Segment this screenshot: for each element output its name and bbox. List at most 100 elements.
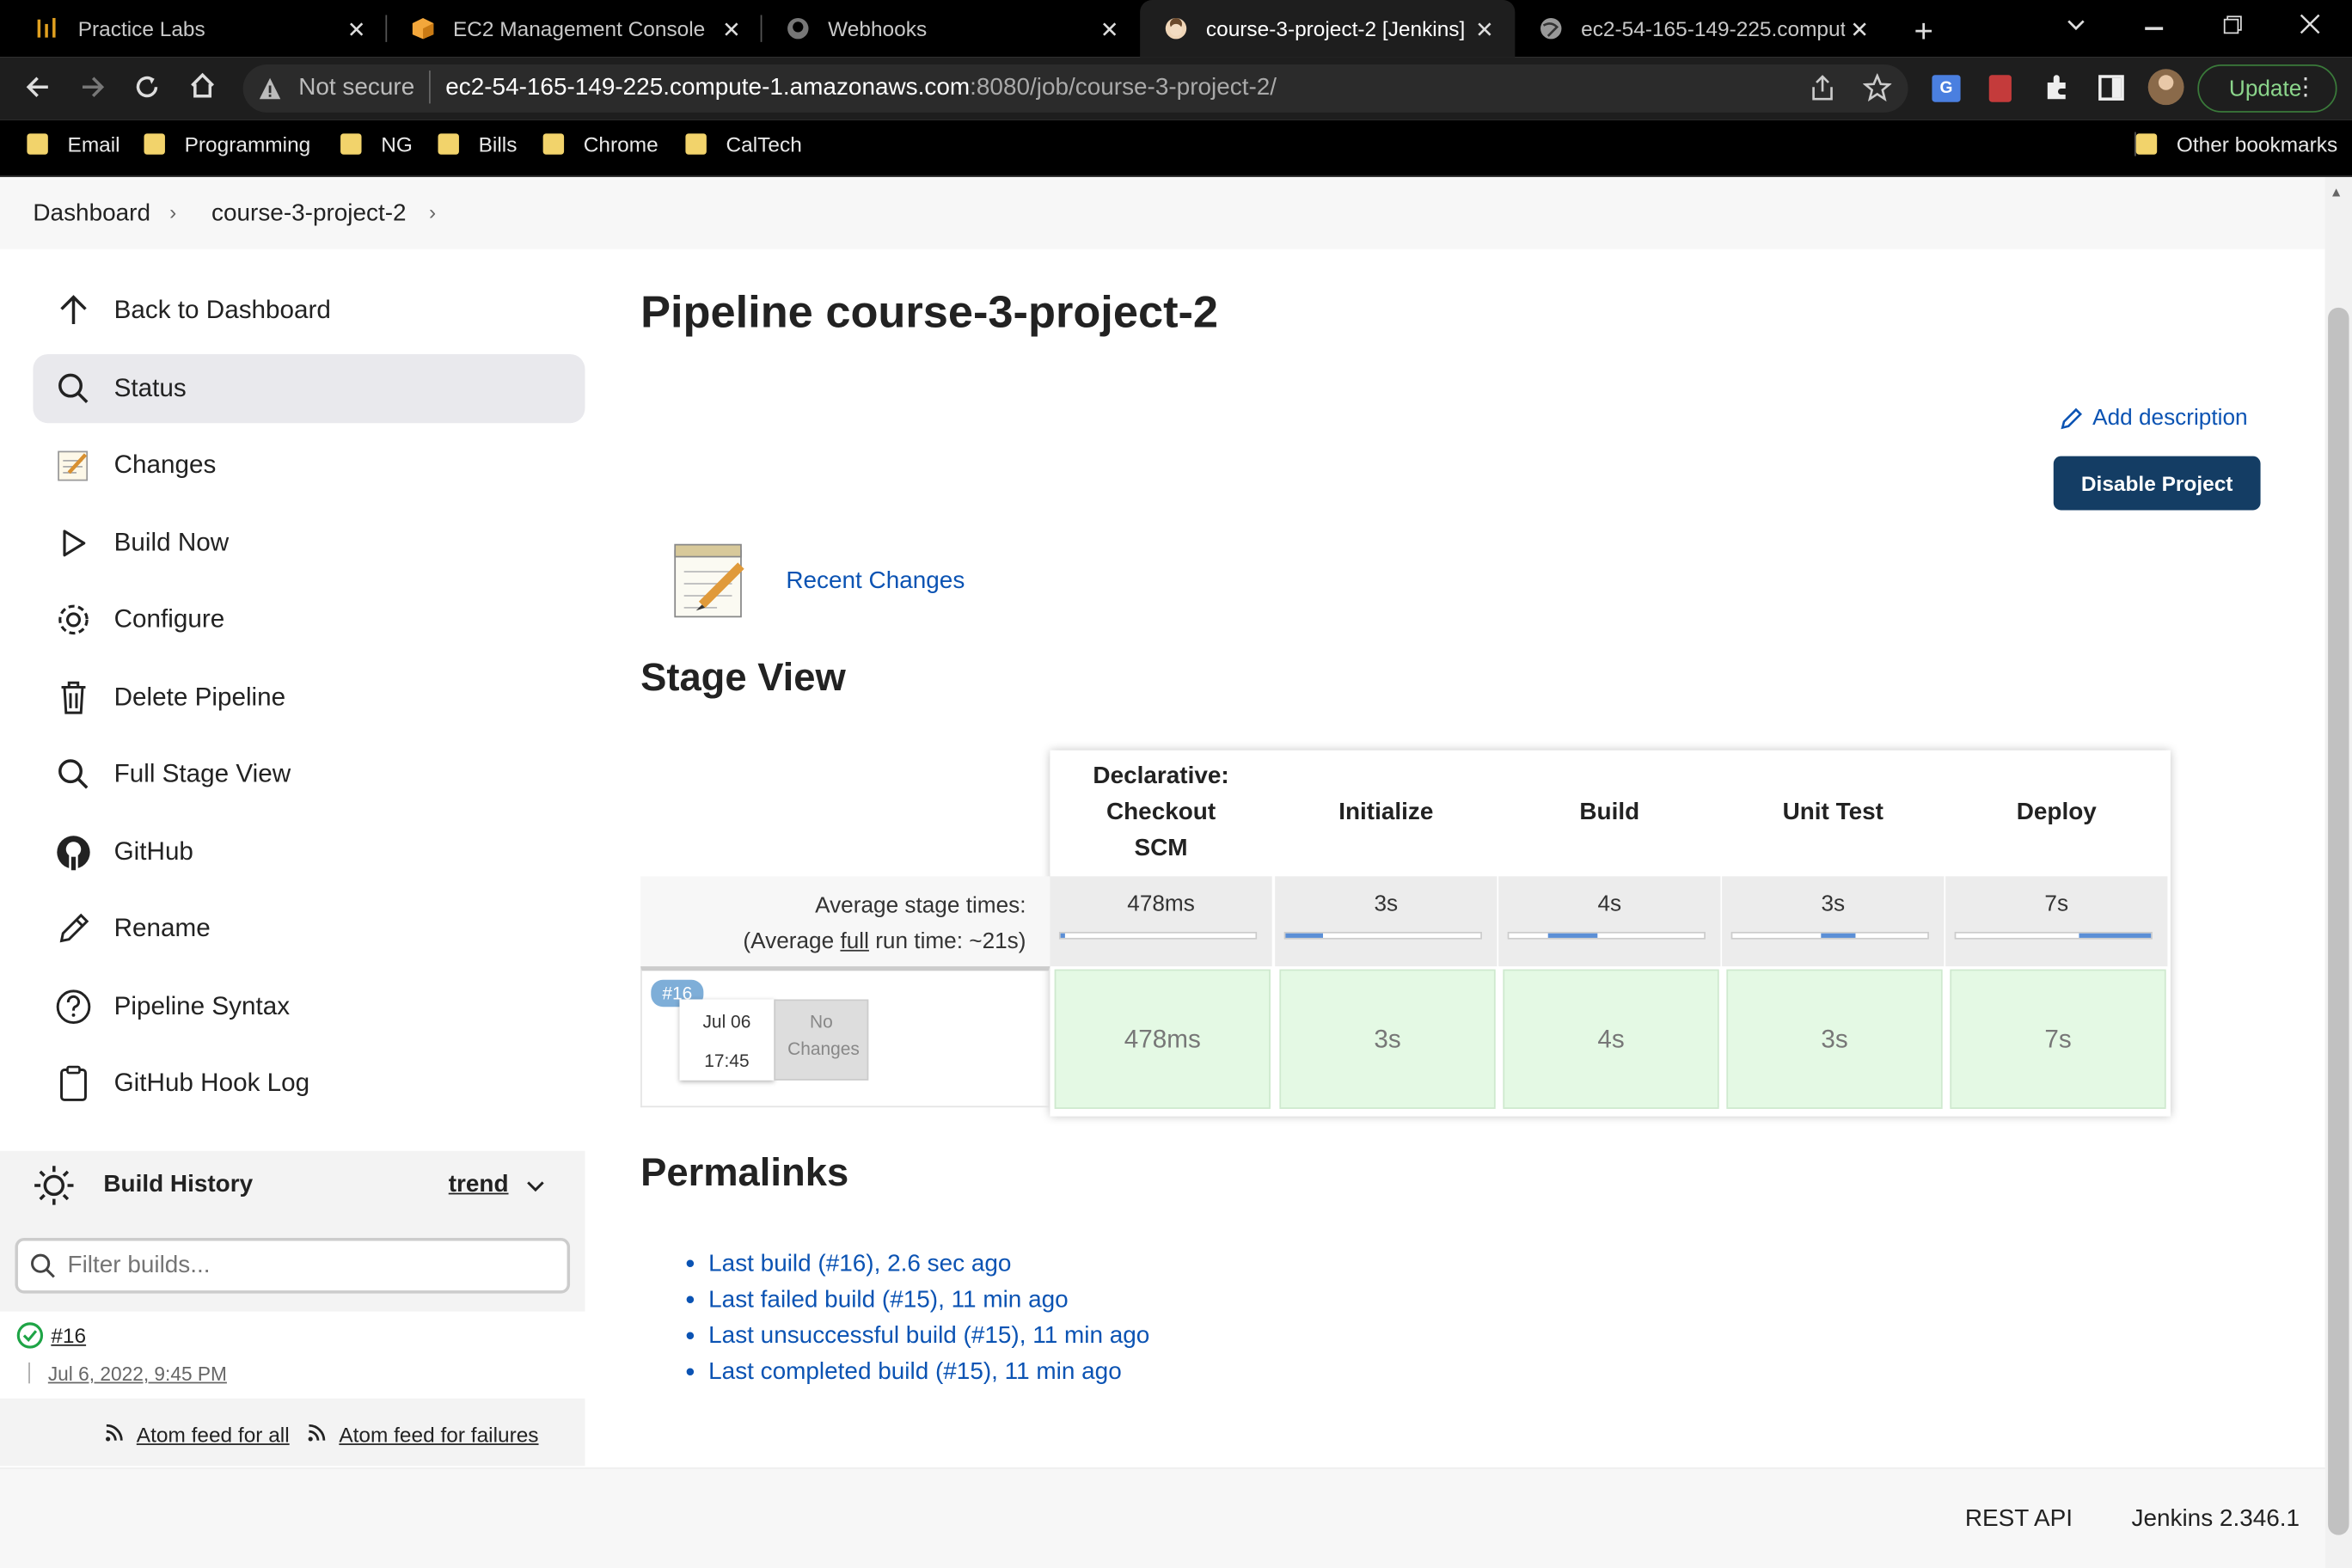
permalink-last-build[interactable]: Last build (#16), 2.6 sec ago — [685, 1248, 1011, 1280]
globe-icon — [1539, 16, 1563, 40]
page-footer: REST API Jenkins 2.346.1 — [0, 1467, 2325, 1568]
close-tab-icon[interactable]: ✕ — [722, 16, 741, 44]
bookmark-chrome[interactable]: Chrome — [542, 132, 658, 156]
chevron-down-icon[interactable] — [525, 1176, 546, 1204]
rest-api-link[interactable]: REST API — [1965, 1506, 2073, 1533]
bookmark-star-icon[interactable] — [1862, 72, 1893, 110]
bookmarks-bar: Email Programming NG Bills Chrome CalTec… — [0, 119, 2352, 177]
sidebar-item-delete-pipeline[interactable]: Delete Pipeline — [33, 664, 585, 732]
sidebar-item-status[interactable]: Status — [33, 353, 585, 424]
tab-jenkins[interactable]: course-3-project-2 [Jenkins] ✕ — [1140, 0, 1516, 58]
side-panel-icon[interactable] — [2098, 75, 2124, 101]
not-secure-label: Not secure — [298, 75, 415, 101]
home-icon[interactable] — [189, 72, 216, 107]
close-tab-icon[interactable]: ✕ — [1100, 16, 1119, 44]
breadcrumb-dashboard[interactable]: Dashboard — [33, 201, 150, 228]
update-button[interactable]: Update ⋮ — [2197, 64, 2337, 113]
stage-view-title: Stage View — [640, 654, 846, 700]
stage-progress-fill — [1285, 933, 1323, 938]
sidebar-item-full-stage-view[interactable]: Full Stage View — [33, 740, 585, 809]
back-arrow-icon[interactable] — [24, 74, 51, 108]
pencil-icon — [33, 912, 113, 945]
stage-result-cell[interactable]: 3s — [1726, 969, 1943, 1109]
permalink-last-failed-build[interactable]: Last failed build (#15), 11 min ago — [685, 1284, 1069, 1316]
stage-average-time: 7s — [1945, 876, 2168, 967]
tab-ec2-console[interactable]: EC2 Management Console ✕ — [387, 0, 763, 57]
tab-search-chevron-icon[interactable] — [2066, 14, 2086, 42]
stage-progress-bar — [1730, 931, 1929, 940]
disable-project-button[interactable]: Disable Project — [2053, 456, 2261, 511]
recent-changes-link[interactable]: Recent Changes — [786, 569, 965, 596]
bookmark-bills[interactable]: Bills — [438, 132, 517, 156]
minimize-icon[interactable] — [2145, 27, 2164, 30]
add-description-link[interactable]: Add description — [2060, 405, 2248, 431]
average-stage-times-label: Average stage times: — [815, 892, 1026, 919]
folder-icon — [542, 133, 565, 155]
translate-extension-icon[interactable]: G — [1932, 75, 1961, 102]
bookmark-email[interactable]: Email — [27, 132, 120, 156]
scrollbar-thumb[interactable] — [2328, 307, 2349, 1535]
atom-feed-failures-link[interactable]: Atom feed for failures — [339, 1423, 538, 1447]
stage-result-cell[interactable]: 7s — [1950, 969, 2166, 1109]
sidebar-item-changes[interactable]: Changes — [33, 431, 585, 499]
build-number-link[interactable]: #16 — [51, 1324, 86, 1348]
extensions-puzzle-icon[interactable] — [2043, 74, 2070, 108]
filter-builds-input[interactable] — [67, 1250, 548, 1283]
avatar[interactable] — [2147, 69, 2184, 106]
stage-progress-bar — [1507, 931, 1706, 940]
stage-result-cell[interactable]: 3s — [1279, 969, 1496, 1109]
permalink-last-unsuccessful-build[interactable]: Last unsuccessful build (#15), 11 min ag… — [685, 1320, 1149, 1352]
trend-link[interactable]: trend — [449, 1172, 509, 1198]
forward-arrow-icon[interactable] — [79, 74, 106, 108]
tab-title: ec2-54-165-149-225.comput — [1581, 16, 1846, 41]
no-changes-box[interactable]: No Changes — [774, 999, 869, 1081]
reload-icon[interactable] — [133, 74, 160, 108]
share-icon[interactable] — [1809, 75, 1835, 109]
other-bookmarks[interactable]: Other bookmarks — [2134, 132, 2337, 156]
tab-title: Practice Labs — [77, 16, 205, 41]
tab-webhooks[interactable]: Webhooks ✕ — [762, 0, 1140, 57]
page-title: Pipeline course-3-project-2 — [640, 288, 1219, 338]
breadcrumb-project[interactable]: course-3-project-2 — [211, 201, 407, 228]
bookmark-ng[interactable]: NG — [340, 132, 413, 156]
restore-icon[interactable] — [2223, 15, 2243, 41]
stage-result-cell[interactable]: 478ms — [1054, 969, 1271, 1109]
close-tab-icon[interactable]: ✕ — [347, 16, 366, 44]
sidebar-item-build-now[interactable]: Build Now — [33, 509, 585, 578]
breadcrumb-chevron-icon[interactable]: › — [429, 199, 436, 224]
permalink-last-completed-build[interactable]: Last completed build (#15), 11 min ago — [685, 1357, 1122, 1388]
build-date-link[interactable]: Jul 6, 2022, 9:45 PM — [48, 1363, 227, 1385]
tab-ec2-host[interactable]: ec2-54-165-149-225.comput ✕ — [1515, 0, 1890, 57]
new-tab-icon[interactable]: + — [1914, 12, 1932, 51]
full-run-time-link[interactable]: full — [840, 928, 868, 954]
jenkins-version-link[interactable]: Jenkins 2.346.1 — [2132, 1506, 2300, 1533]
notepad-icon — [672, 542, 750, 627]
close-window-icon[interactable] — [2300, 14, 2320, 42]
build-history-row — [0, 1311, 585, 1399]
tab-practice-labs[interactable]: Practice Labs ✕ — [0, 0, 388, 57]
url-bar[interactable]: Not secure ec2-54-165-149-225.compute-1.… — [242, 64, 1908, 113]
sidebar-item-github[interactable]: GitHub — [33, 818, 585, 886]
average-times-label-cell: Average stage times: (Average full run t… — [640, 876, 1050, 967]
stage-header: Deploy — [1945, 753, 2168, 873]
sidebar-item-configure[interactable]: Configure — [33, 585, 585, 654]
address-toolbar: Not secure ec2-54-165-149-225.compute-1.… — [0, 57, 2352, 120]
bookmark-programming[interactable]: Programming — [144, 132, 310, 156]
stage-result-cell[interactable]: 4s — [1503, 969, 1719, 1109]
sidebar-item-rename[interactable]: Rename — [33, 894, 585, 963]
github-icon — [33, 834, 113, 871]
arrow-up-icon — [33, 294, 113, 327]
close-tab-icon[interactable]: ✕ — [1850, 16, 1869, 44]
scroll-up-arrow-icon[interactable]: ▲ — [2330, 185, 2343, 199]
sidebar-item-back-to-dashboard[interactable]: Back to Dashboard — [33, 276, 585, 345]
stage-average-time: 3s — [1722, 876, 1945, 967]
filter-builds-field[interactable] — [15, 1238, 571, 1294]
sidebar-item-pipeline-syntax[interactable]: Pipeline Syntax — [33, 972, 585, 1041]
success-check-icon — [16, 1322, 44, 1357]
browser-tab-strip: Practice Labs ✕ EC2 Management Console ✕… — [0, 0, 2352, 58]
close-tab-icon[interactable]: ✕ — [1475, 16, 1494, 44]
sidebar-item-github-hook-log[interactable]: GitHub Hook Log — [33, 1049, 585, 1118]
book-extension-icon[interactable] — [1988, 75, 2012, 102]
atom-feed-all-link[interactable]: Atom feed for all — [137, 1423, 290, 1447]
bookmark-caltech[interactable]: CalTech — [685, 132, 802, 156]
